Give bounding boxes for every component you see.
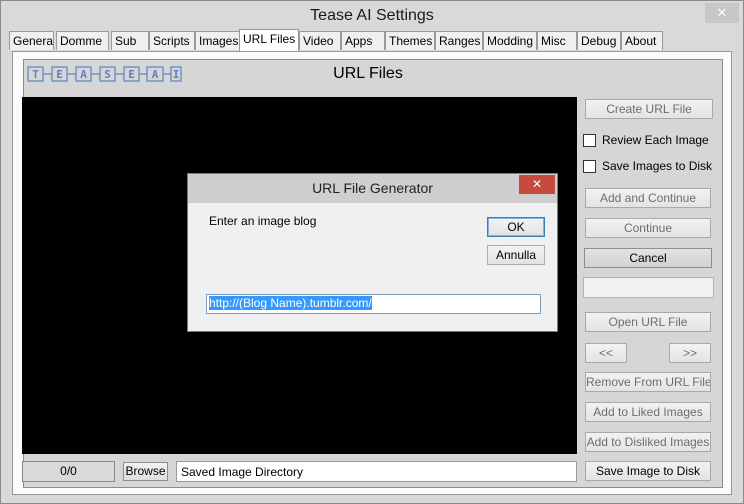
continue-button[interactable]: Continue — [585, 218, 711, 238]
logo-letter: E — [128, 68, 135, 81]
add-to-liked-images-button[interactable]: Add to Liked Images — [585, 402, 711, 422]
window-close-button[interactable]: ✕ — [705, 3, 739, 23]
review-each-image-checkbox[interactable] — [583, 134, 596, 147]
close-icon: ✕ — [531, 177, 543, 191]
logo-letter: A — [152, 68, 159, 81]
dialog-title-bar: URL File Generator ✕ — [188, 174, 557, 203]
annulla-button[interactable]: Annulla — [487, 245, 545, 265]
tab-scripts[interactable]: Scripts — [149, 31, 195, 50]
tab-url-files[interactable]: URL Files — [239, 29, 299, 51]
tab-video[interactable]: Video — [299, 31, 341, 50]
add-and-continue-button[interactable]: Add and Continue — [585, 188, 711, 208]
open-url-file-button[interactable]: Open URL File — [585, 312, 711, 332]
ok-button[interactable]: OK — [487, 217, 545, 237]
next-image-button[interactable]: >> — [669, 343, 711, 363]
review-each-image-label: Review Each Image — [602, 133, 709, 147]
logo-letter: A — [80, 68, 87, 81]
panel-heading: URL Files — [333, 65, 403, 82]
tab-ranges[interactable]: Ranges — [435, 31, 483, 50]
tab-apps[interactable]: Apps — [341, 31, 385, 50]
status-field — [583, 277, 714, 298]
tease-ai-logo: T E A S E A I — [27, 66, 182, 82]
browse-button[interactable]: Browse — [123, 462, 168, 481]
tab-about[interactable]: About — [621, 31, 663, 50]
save-images-to-disk-checkbox[interactable] — [583, 160, 596, 173]
logo-letter: S — [104, 68, 111, 81]
settings-window: Tease AI Settings ✕ General Domme Sub Sc… — [0, 0, 744, 504]
dialog-prompt: Enter an image blog — [209, 214, 317, 228]
cancel-button[interactable]: Cancel — [584, 248, 712, 268]
window-title: Tease AI Settings — [310, 7, 434, 24]
tab-debug[interactable]: Debug — [577, 31, 621, 50]
image-counter: 0/0 — [22, 461, 115, 482]
tab-strip: General Domme Sub Scripts Images URL Fil… — [9, 29, 663, 51]
create-url-file-button[interactable]: Create URL File — [585, 99, 713, 119]
logo-letter: E — [56, 68, 63, 81]
saved-image-directory-input[interactable] — [176, 461, 577, 482]
save-image-to-disk-button[interactable]: Save Image to Disk — [585, 461, 711, 481]
tab-modding[interactable]: Modding — [483, 31, 537, 50]
blog-url-input[interactable]: http://(Blog Name).tumblr.com/ — [206, 294, 541, 314]
tab-domme[interactable]: Domme — [56, 31, 109, 50]
previous-image-button[interactable]: << — [585, 343, 627, 363]
logo-letter: I — [173, 68, 180, 81]
remove-from-url-file-button[interactable]: Remove From URL File — [585, 372, 711, 392]
tab-general[interactable]: General — [9, 31, 54, 50]
dialog-close-button[interactable]: ✕ — [519, 175, 555, 194]
dialog-title: URL File Generator — [312, 180, 433, 196]
logo-letter: T — [32, 68, 39, 81]
tab-images[interactable]: Images — [195, 31, 241, 50]
blog-url-selected-text: http://(Blog Name).tumblr.com/ — [209, 296, 372, 310]
close-icon: ✕ — [716, 5, 728, 20]
save-images-to-disk-label: Save Images to Disk — [602, 159, 713, 173]
tab-themes[interactable]: Themes — [385, 31, 435, 50]
tab-misc[interactable]: Misc — [537, 31, 577, 50]
title-bar: Tease AI Settings ✕ — [1, 1, 743, 31]
add-to-disliked-images-button[interactable]: Add to Disliked Images — [585, 432, 711, 452]
tab-sub[interactable]: Sub — [111, 31, 149, 50]
